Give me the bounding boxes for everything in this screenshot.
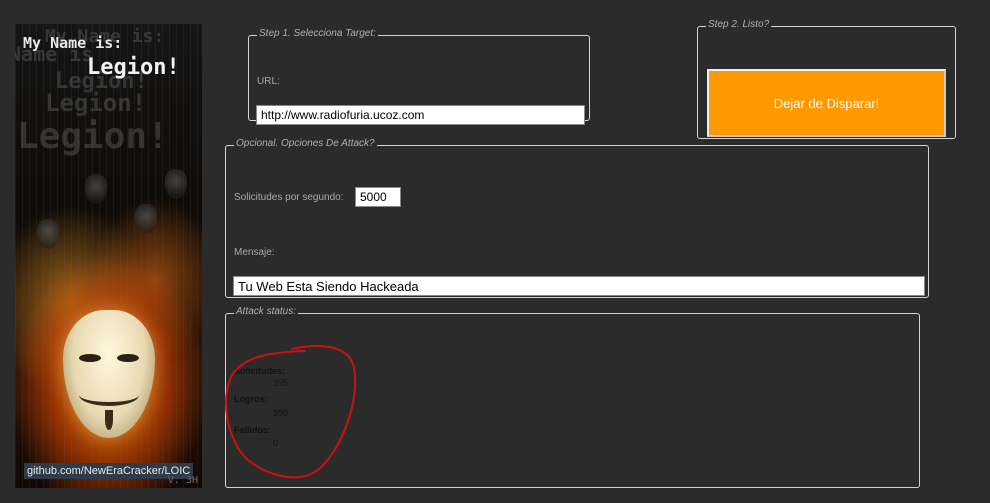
- red-annotation-circle: [225, 345, 357, 479]
